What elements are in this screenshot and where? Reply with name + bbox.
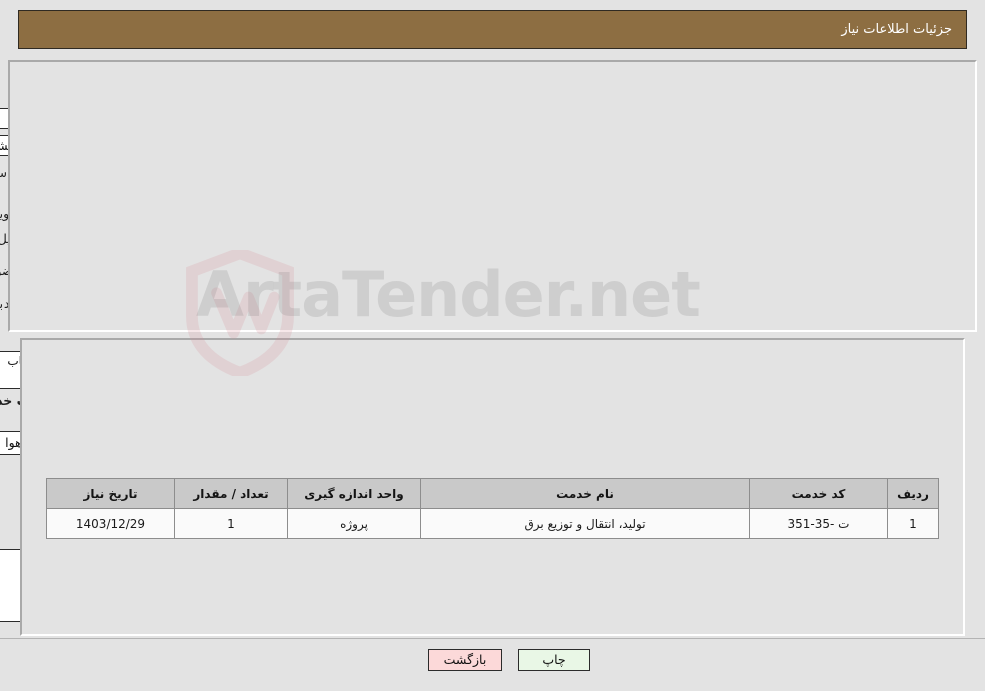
page-header-bar: جزئیات اطلاعات نیاز	[18, 10, 967, 49]
table-col-row: ردیف	[887, 478, 939, 509]
services-table: ردیف کد خدمت نام خدمت واحد اندازه گیری ت…	[46, 478, 939, 539]
table-col-unit: واحد اندازه گیری	[287, 478, 421, 509]
need-summary-panel	[8, 60, 977, 332]
cell-date: 1403/12/29	[46, 508, 175, 539]
table-header-row: ردیف کد خدمت نام خدمت واحد اندازه گیری ت…	[46, 478, 939, 509]
cell-row: 1	[887, 508, 939, 539]
back-button[interactable]: بازگشت	[428, 649, 502, 671]
table-col-date: تاریخ نیاز	[46, 478, 175, 509]
table-col-code: کد خدمت	[749, 478, 888, 509]
table-col-quantity: تعداد / مقدار	[174, 478, 288, 509]
page-title: جزئیات اطلاعات نیاز	[841, 22, 952, 37]
cell-name: تولید، انتقال و توزیع برق	[420, 508, 750, 539]
footer-divider	[0, 638, 985, 639]
cell-quantity: 1	[174, 508, 288, 539]
cell-code: ت -35-351	[749, 508, 888, 539]
cell-unit: پروژه	[287, 508, 421, 539]
table-col-name: نام خدمت	[420, 478, 750, 509]
table-row: 1 ت -35-351 تولید، انتقال و توزیع برق پر…	[46, 508, 939, 539]
print-button[interactable]: چاپ	[518, 649, 590, 671]
